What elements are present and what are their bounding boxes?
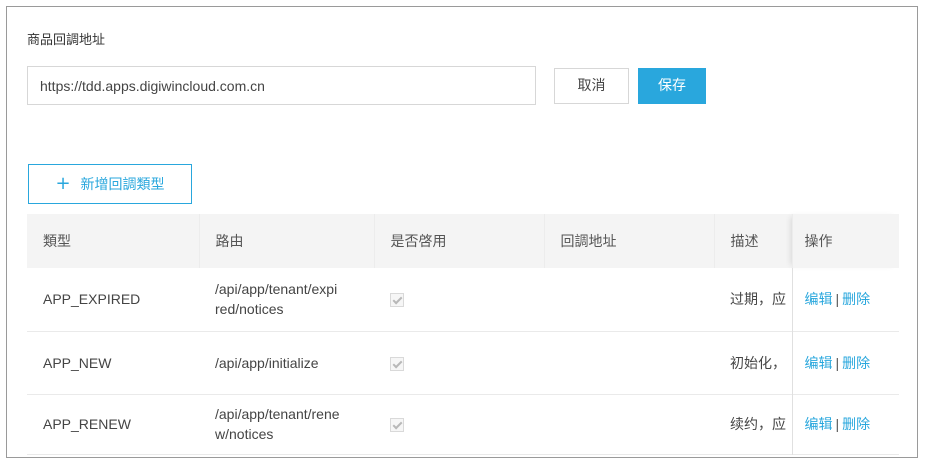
route-line: /api/app/tenant/expi [215, 281, 338, 298]
callback-url-input[interactable] [27, 66, 536, 105]
callback-settings-panel: 商品回調地址 取消 保存 + 新增回調類型 類型 路由 是否啓用 回調地址 描述… [6, 6, 918, 458]
route-line: /api/app/initialize [215, 354, 319, 371]
separator: | [835, 291, 840, 308]
enabled-cell [374, 331, 544, 394]
callback-url-cell [544, 394, 714, 454]
enabled-cell [374, 268, 544, 331]
route-line: w/notices [215, 426, 274, 442]
table-header-row: 類型 路由 是否啓用 回調地址 描述 操作 [27, 214, 899, 268]
actions-cell: 编辑 | 删除 [791, 331, 899, 394]
route-cell: /api/app/initialize [199, 331, 374, 394]
delete-link[interactable]: 删除 [842, 292, 870, 308]
delete-link[interactable]: 删除 [842, 417, 870, 433]
route-line: /api/app/tenant/rene [215, 406, 340, 422]
enabled-checkbox[interactable] [390, 356, 404, 371]
edit-link[interactable]: 编辑 [805, 292, 833, 308]
description-cell: 初始化， [730, 355, 786, 372]
table-row: APP_NEW /api/app/initialize 初始化， 编辑 | 删除 [27, 331, 899, 394]
enabled-checkbox[interactable] [390, 418, 404, 433]
edit-link[interactable]: 编辑 [805, 417, 833, 433]
section-title: 商品回調地址 [27, 33, 106, 48]
column-header-type: 類型 [27, 214, 200, 268]
callback-url-cell [544, 331, 714, 394]
actions-cell: 编辑 | 删除 [791, 394, 899, 454]
route-cell: /api/app/tenant/expi red/notices [199, 268, 374, 331]
callback-url-cell [544, 268, 714, 331]
column-header-route: 路由 [199, 214, 375, 268]
type-cell: APP_NEW [43, 354, 112, 371]
description-cell: 过期，应 [730, 292, 786, 309]
description-cell: 续约，应 [730, 417, 786, 433]
save-button[interactable]: 保存 [638, 68, 706, 104]
table-row: APP_RENEW /api/app/tenant/rene w/notices … [27, 394, 899, 454]
edit-link[interactable]: 编辑 [805, 356, 833, 372]
type-cell: APP_RENEW [43, 416, 131, 432]
column-header-description: 描述 [714, 214, 793, 268]
cancel-button[interactable]: 取消 [554, 68, 629, 104]
route-cell: /api/app/tenant/rene w/notices [199, 394, 374, 454]
type-cell: APP_EXPIRED [43, 291, 141, 308]
table-row: APP_EXPIRED /api/app/tenant/expi red/noti… [27, 268, 899, 331]
callback-types-table: 類型 路由 是否啓用 回調地址 描述 操作 APP_EXPIRED /api/a… [27, 214, 899, 455]
delete-link[interactable]: 删除 [842, 356, 870, 372]
column-header-enabled: 是否啓用 [374, 214, 545, 268]
separator: | [835, 416, 840, 432]
column-header-callback-url: 回調地址 [544, 214, 715, 268]
enabled-checkbox[interactable] [390, 293, 404, 308]
column-header-actions: 操作 [791, 214, 899, 268]
actions-cell: 编辑 | 删除 [791, 268, 899, 331]
plus-icon: + [55, 173, 71, 194]
separator: | [835, 354, 840, 371]
add-callback-type-button[interactable]: + 新增回調類型 [28, 164, 192, 204]
enabled-cell [374, 394, 544, 454]
add-callback-type-label: 新增回調類型 [80, 177, 165, 193]
route-line: red/notices [215, 301, 284, 318]
